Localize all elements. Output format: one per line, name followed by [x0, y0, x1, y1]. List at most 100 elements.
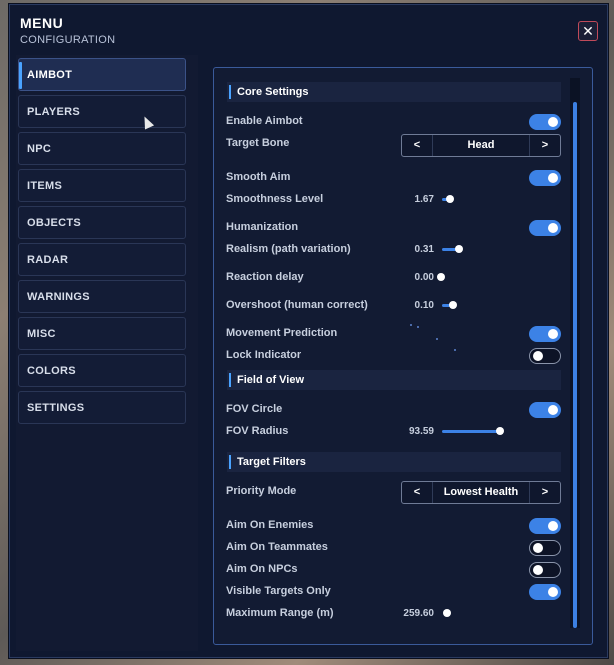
active-accent	[19, 62, 22, 89]
sidebar-item-misc[interactable]: MISC	[18, 317, 186, 350]
toggle-knob	[548, 521, 558, 531]
sidebar-item-label: AIMBOT	[27, 69, 73, 81]
sidebar-item-label: RADAR	[27, 254, 69, 266]
reaction-delay-value: 0.00	[414, 272, 434, 283]
realism-label: Realism (path variation)	[226, 243, 351, 255]
sidebar-item-label: SETTINGS	[27, 402, 85, 414]
sidebar-item-label: MISC	[27, 328, 56, 340]
sidebar-item-label: WARNINGS	[27, 291, 90, 303]
max-range-value: 259.60	[403, 608, 434, 619]
section-title: Field of View	[237, 374, 305, 386]
smoothness-level-value: 1.67	[414, 194, 434, 205]
particle-dot	[454, 349, 456, 351]
window-title: MENU	[20, 15, 64, 31]
fov-radius-label: FOV Radius	[226, 425, 289, 437]
sidebar-item-settings[interactable]: SETTINGS	[18, 391, 186, 424]
fov-radius-handle[interactable]	[496, 427, 504, 435]
toggle-knob	[548, 587, 558, 597]
sidebar-item-npc[interactable]: NPC	[18, 132, 186, 165]
reaction-delay-handle[interactable]	[437, 273, 445, 281]
section-target-filters: Target Filters	[227, 452, 561, 472]
sidebar-item-aimbot[interactable]: AIMBOT	[18, 58, 186, 91]
priority-mode-label: Priority Mode	[226, 485, 297, 497]
scrollbar-thumb[interactable]	[573, 102, 577, 628]
aim-npcs-toggle[interactable]	[529, 562, 561, 578]
sidebar-item-players[interactable]: PLAYERS	[18, 95, 186, 128]
target-bone-prev-button[interactable]: <	[402, 135, 433, 156]
sidebar-item-objects[interactable]: OBJECTS	[18, 206, 186, 239]
target-bone-value: Head	[467, 139, 495, 151]
overshoot-value: 0.10	[414, 300, 434, 311]
toggle-knob	[533, 565, 543, 575]
aim-teammates-label: Aim On Teammates	[226, 541, 328, 553]
aim-teammates-toggle[interactable]	[529, 540, 561, 556]
max-range-handle[interactable]	[443, 609, 451, 617]
section-core-settings: Core Settings	[227, 82, 561, 102]
close-button[interactable]: ✕	[578, 21, 598, 41]
fov-radius-slider[interactable]	[442, 430, 500, 433]
max-range-label: Maximum Range (m)	[226, 607, 334, 619]
lock-indicator-label: Lock Indicator	[226, 349, 302, 361]
visible-targets-toggle[interactable]	[529, 584, 561, 600]
aim-enemies-toggle[interactable]	[529, 518, 561, 534]
target-bone-selector: < Head >	[401, 134, 561, 157]
sidebar-item-label: COLORS	[27, 365, 76, 377]
section-accent	[229, 85, 231, 99]
movement-prediction-label: Movement Prediction	[226, 327, 338, 339]
priority-mode-prev-button[interactable]: <	[402, 482, 433, 503]
sidebar-item-colors[interactable]: COLORS	[18, 354, 186, 387]
particle-dot	[417, 326, 419, 328]
realism-value: 0.31	[414, 244, 434, 255]
settings-panel: Core Settings Enable Aimbot Target Bone …	[213, 67, 593, 645]
aim-npcs-label: Aim On NPCs	[226, 563, 298, 575]
fov-radius-value: 93.59	[408, 426, 434, 437]
sidebar-item-items[interactable]: ITEMS	[18, 169, 186, 202]
priority-mode-selector: < Lowest Health >	[401, 481, 561, 504]
aim-enemies-label: Aim On Enemies	[226, 519, 314, 531]
particle-dot	[436, 338, 438, 340]
enable-aimbot-toggle[interactable]	[529, 114, 561, 130]
sidebar-item-label: OBJECTS	[27, 217, 82, 229]
toggle-knob	[548, 173, 558, 183]
toggle-knob	[548, 117, 558, 127]
realism-handle[interactable]	[455, 245, 463, 253]
section-accent	[229, 373, 231, 387]
target-bone-next-button[interactable]: >	[529, 135, 560, 156]
smoothness-level-label: Smoothness Level	[226, 193, 324, 205]
fov-circle-label: FOV Circle	[226, 403, 283, 415]
toggle-knob	[548, 329, 558, 339]
sidebar-item-radar[interactable]: RADAR	[18, 243, 186, 276]
visible-targets-label: Visible Targets Only	[226, 585, 331, 597]
humanization-label: Humanization	[226, 221, 299, 233]
sidebar: AIMBOT PLAYERS NPC ITEMS OBJECTS RADAR W…	[16, 55, 198, 651]
smooth-aim-label: Smooth Aim	[226, 171, 291, 183]
lock-indicator-toggle[interactable]	[529, 348, 561, 364]
toggle-knob	[533, 543, 543, 553]
window-subtitle: CONFIGURATION	[20, 34, 116, 46]
sidebar-item-label: ITEMS	[27, 180, 63, 192]
sidebar-item-label: PLAYERS	[27, 106, 81, 118]
smoothness-level-handle[interactable]	[446, 195, 454, 203]
close-icon: ✕	[582, 23, 594, 39]
priority-mode-next-button[interactable]: >	[529, 482, 560, 503]
section-title: Core Settings	[237, 86, 309, 98]
overshoot-handle[interactable]	[449, 301, 457, 309]
enable-aimbot-label: Enable Aimbot	[226, 115, 303, 127]
target-bone-label: Target Bone	[226, 137, 290, 149]
particle-dot	[410, 324, 412, 326]
toggle-knob	[548, 223, 558, 233]
section-title: Target Filters	[237, 456, 306, 468]
section-accent	[229, 455, 231, 469]
toggle-knob	[533, 351, 543, 361]
menu-window: MENU CONFIGURATION ✕ AIMBOT PLAYERS NPC …	[9, 4, 608, 658]
smooth-aim-toggle[interactable]	[529, 170, 561, 186]
sidebar-item-warnings[interactable]: WARNINGS	[18, 280, 186, 313]
sidebar-item-label: NPC	[27, 143, 52, 155]
humanization-toggle[interactable]	[529, 220, 561, 236]
section-field-of-view: Field of View	[227, 370, 561, 390]
priority-mode-value: Lowest Health	[443, 486, 519, 498]
window-header: MENU CONFIGURATION ✕	[10, 5, 607, 51]
toggle-knob	[548, 405, 558, 415]
fov-circle-toggle[interactable]	[529, 402, 561, 418]
movement-prediction-toggle[interactable]	[529, 326, 561, 342]
